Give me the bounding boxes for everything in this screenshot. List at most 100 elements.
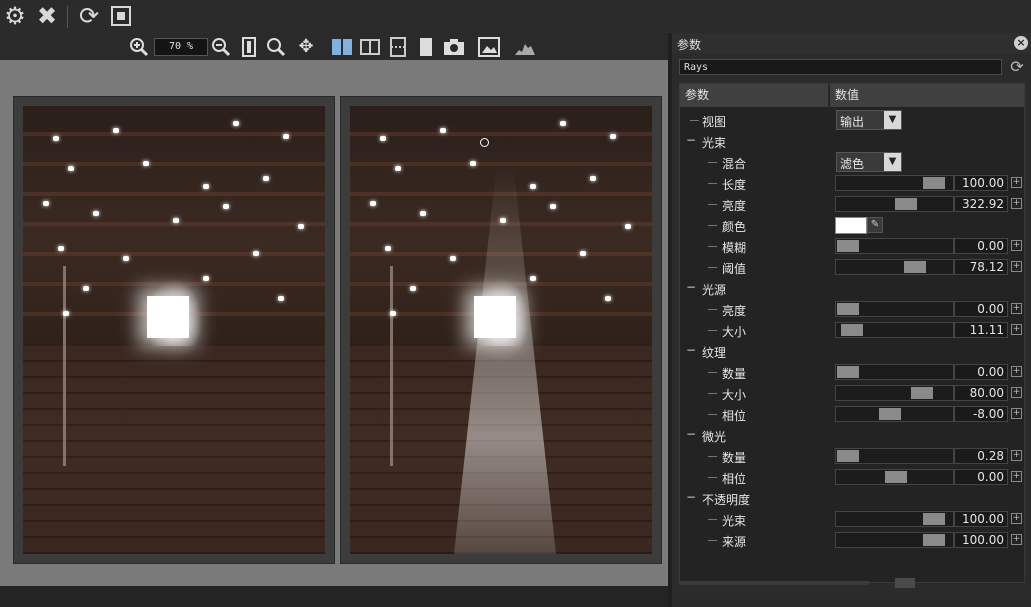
color-swatch[interactable]	[835, 217, 867, 234]
keyframe-icon[interactable]: +	[1011, 324, 1022, 335]
keyframe-icon[interactable]: +	[1011, 240, 1022, 251]
parameter-value-input[interactable]: 78.12	[954, 259, 1008, 275]
original-image	[23, 106, 325, 554]
keyframe-icon[interactable]: +	[1011, 513, 1022, 524]
horizontal-scrollbar[interactable]	[679, 581, 869, 585]
keyframe-icon[interactable]: +	[1011, 198, 1022, 209]
histogram-icon[interactable]	[514, 36, 536, 58]
slider-thumb[interactable]	[923, 534, 945, 546]
keyframe-icon[interactable]: +	[1011, 303, 1022, 314]
main-toolbar: ⚙ ✖ ⟳	[0, 0, 1031, 33]
parameter-slider[interactable]	[835, 532, 954, 548]
keyframe-icon[interactable]: +	[1011, 261, 1022, 272]
output-image-frame	[340, 96, 662, 564]
parameter-label: 视图	[702, 115, 727, 129]
slider-thumb[interactable]	[837, 303, 859, 315]
keyframe-icon[interactable]: +	[1011, 177, 1022, 188]
parameter-value-input[interactable]: 0.00	[954, 301, 1008, 317]
slider-thumb[interactable]	[885, 471, 907, 483]
zoom-in-icon[interactable]	[128, 36, 150, 58]
keyframe-icon[interactable]: +	[1011, 450, 1022, 461]
slider-thumb[interactable]	[923, 513, 945, 525]
slider-thumb[interactable]	[911, 387, 933, 399]
chevron-down-icon[interactable]: ▼	[884, 153, 901, 171]
tree-connector	[708, 372, 717, 373]
tree-connector	[708, 456, 717, 457]
collapse-icon[interactable]: −	[686, 343, 696, 357]
pan-icon[interactable]: ✥	[295, 36, 317, 58]
parameter-value-input[interactable]: 100.00	[954, 511, 1008, 527]
keyframe-icon[interactable]: +	[1011, 471, 1022, 482]
gear-icon[interactable]: ⚙	[2, 3, 28, 29]
parameter-label: 相位	[722, 472, 747, 486]
parameter-row: 数量 0.28 +	[680, 446, 1026, 467]
single-view-icon[interactable]	[415, 36, 437, 58]
refresh-icon[interactable]: ⟳	[76, 3, 102, 29]
collapse-icon[interactable]: −	[686, 490, 696, 504]
zoom-icon[interactable]	[265, 36, 287, 58]
slider-thumb[interactable]	[841, 324, 863, 336]
split-horizontal-icon[interactable]	[387, 36, 409, 58]
parameter-slider[interactable]	[835, 469, 954, 485]
slider-thumb[interactable]	[923, 177, 945, 189]
collapse-icon[interactable]: −	[686, 427, 696, 441]
parameter-slider[interactable]	[835, 448, 954, 464]
parameter-value-input[interactable]: 0.28	[954, 448, 1008, 464]
preset-input[interactable]: Rays	[679, 59, 1002, 75]
crop-icon[interactable]	[108, 3, 134, 29]
reset-icon[interactable]: ⟳	[1008, 58, 1026, 76]
parameter-slider[interactable]	[835, 364, 954, 380]
parameter-group: − 光束	[680, 131, 1026, 152]
parameter-slider[interactable]	[835, 196, 954, 212]
parameter-value-input[interactable]: 100.00	[954, 532, 1008, 548]
close-icon[interactable]: ✖	[34, 3, 60, 29]
parameter-slider[interactable]	[835, 301, 954, 317]
parameter-value-input[interactable]: 322.92	[954, 196, 1008, 212]
image-workspace[interactable]	[0, 60, 668, 586]
keyframe-icon[interactable]: +	[1011, 534, 1022, 545]
parameter-slider[interactable]	[835, 322, 954, 338]
slider-thumb[interactable]	[904, 261, 926, 273]
collapse-icon[interactable]: −	[686, 280, 696, 294]
keyframe-icon[interactable]: +	[1011, 366, 1022, 377]
parameter-slider[interactable]	[835, 259, 954, 275]
parameter-slider[interactable]	[835, 511, 954, 527]
light-source-marker[interactable]	[480, 138, 489, 147]
parameter-value-input[interactable]: 0.00	[954, 364, 1008, 380]
parameter-slider[interactable]	[835, 238, 954, 254]
image-icon[interactable]	[478, 36, 500, 58]
zoom-out-icon[interactable]	[210, 36, 232, 58]
eyedropper-icon[interactable]: ✎	[867, 217, 883, 233]
fit-icon[interactable]	[238, 36, 260, 58]
slider-thumb[interactable]	[837, 450, 859, 462]
dropdown-value: 输出	[840, 115, 865, 129]
slider-thumb[interactable]	[895, 198, 917, 210]
tree-connector	[708, 519, 717, 520]
parameter-slider[interactable]	[835, 406, 954, 422]
chevron-down-icon[interactable]: ▼	[884, 111, 901, 129]
parameter-label: 模糊	[722, 241, 747, 255]
parameter-value-input[interactable]: 0.00	[954, 469, 1008, 485]
zoom-level-input[interactable]: 70 %	[154, 38, 208, 56]
keyframe-icon[interactable]: +	[1011, 387, 1022, 398]
parameter-value-input[interactable]: 100.00	[954, 175, 1008, 191]
parameter-slider[interactable]	[835, 175, 954, 191]
parameter-value-input[interactable]: 80.00	[954, 385, 1008, 401]
parameter-slider[interactable]	[835, 385, 954, 401]
keyframe-icon[interactable]: +	[1011, 408, 1022, 419]
parameter-value-input[interactable]: 0.00	[954, 238, 1008, 254]
collapse-icon[interactable]: −	[686, 133, 696, 147]
slider-thumb[interactable]	[837, 366, 859, 378]
snapshot-icon[interactable]	[443, 36, 465, 58]
side-by-side-icon[interactable]	[359, 36, 381, 58]
output-image	[350, 106, 652, 554]
slider-thumb[interactable]	[837, 240, 859, 252]
parameter-dropdown[interactable]: 滤色 ▼	[836, 152, 902, 172]
parameter-value-input[interactable]: 11.11	[954, 322, 1008, 338]
parameter-value-input[interactable]: -8.00	[954, 406, 1008, 422]
parameter-dropdown[interactable]: 输出 ▼	[836, 110, 902, 130]
parameter-label: 混合	[722, 157, 747, 171]
split-view-icon[interactable]	[331, 36, 353, 58]
slider-thumb[interactable]	[879, 408, 901, 420]
close-panel-icon[interactable]: ×	[1014, 36, 1028, 50]
